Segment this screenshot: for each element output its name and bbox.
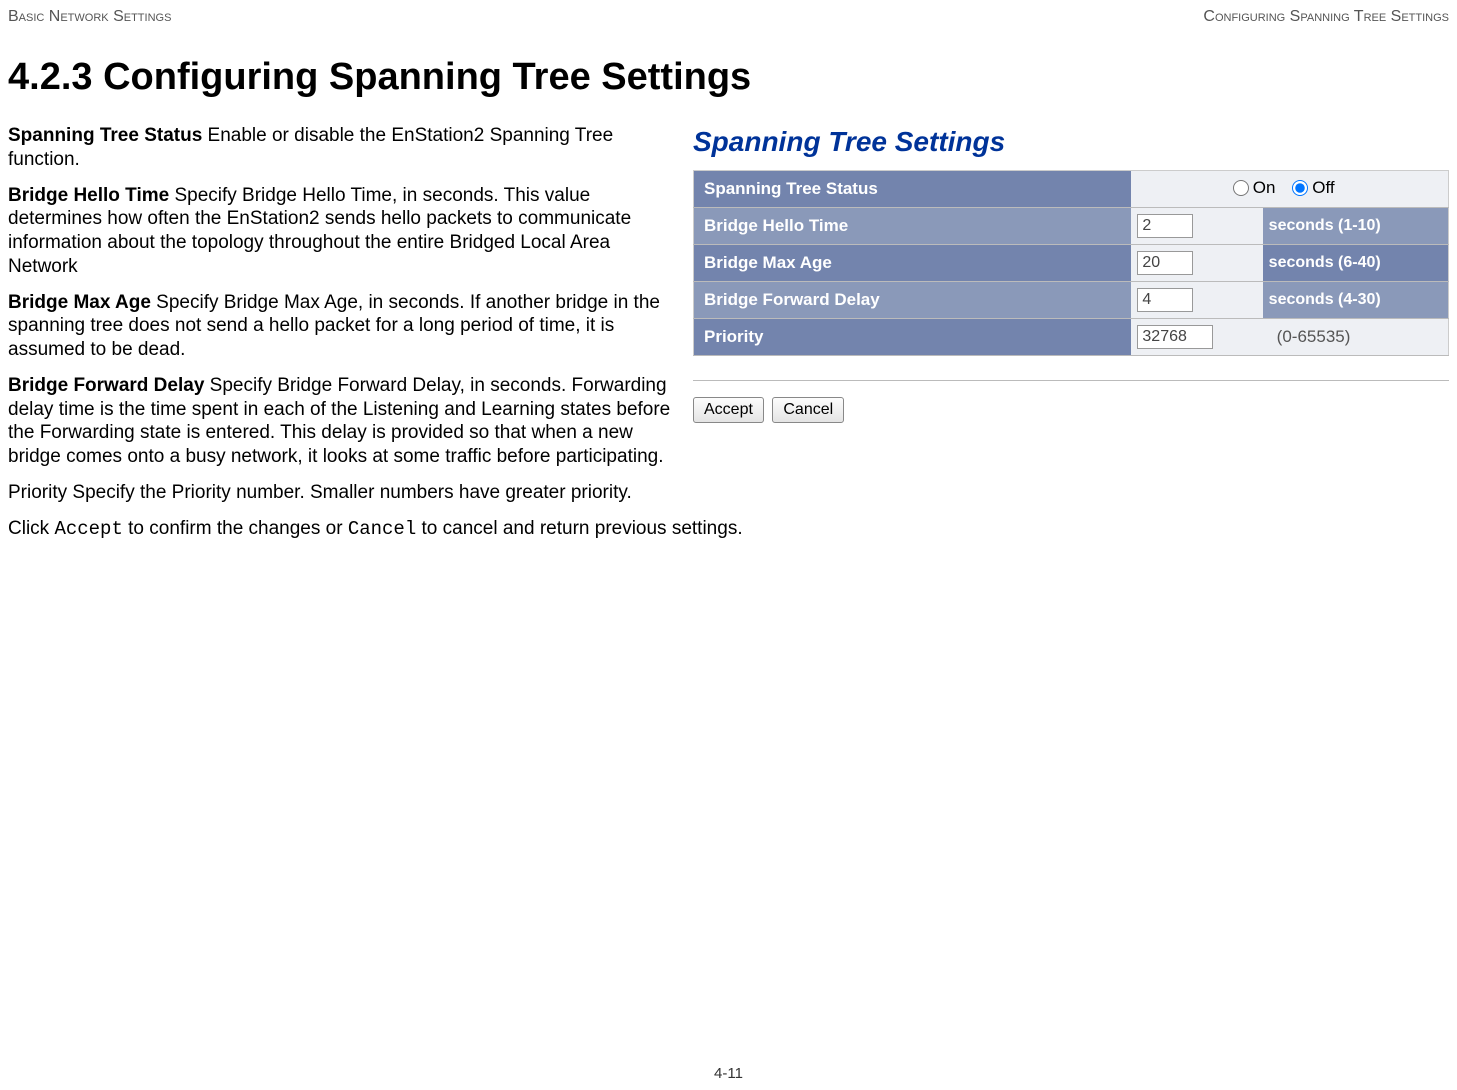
header-right: Configuring Spanning Tree Settings <box>1203 8 1449 26</box>
row-priority: Priority (0-65535) <box>694 319 1449 356</box>
term-bridge-max-age: Bridge Max Age <box>8 292 151 313</box>
term-bridge-forward-delay: Bridge Forward Delay <box>8 375 204 396</box>
page-footer: 4-11 <box>0 1065 1457 1082</box>
para-bridge-hello-time: Bridge Hello Time Specify Bridge Hello T… <box>8 184 673 279</box>
divider <box>693 380 1449 381</box>
input-hello[interactable] <box>1137 214 1193 238</box>
radio-on-label: On <box>1253 178 1276 198</box>
term-spanning-tree-status: Spanning Tree Status <box>8 125 202 146</box>
para-bridge-forward-delay: Bridge Forward Delay Specify Bridge Forw… <box>8 374 673 469</box>
row-maxage: Bridge Max Age seconds (6-40) <box>694 245 1449 282</box>
p6-mid: to confirm the changes or <box>123 518 348 539</box>
p6-accept: Accept <box>54 518 122 540</box>
page-header: Basic Network Settings Configuring Spann… <box>8 8 1449 26</box>
radio-off-label: Off <box>1312 178 1334 198</box>
term-priority: Priority <box>8 482 67 503</box>
settings-table: Spanning Tree Status On Off Bridge Hello… <box>693 170 1449 356</box>
radio-on-wrap[interactable]: On <box>1233 178 1276 198</box>
label-priority: Priority <box>694 319 1132 356</box>
radio-off[interactable] <box>1292 180 1308 196</box>
value-maxage <box>1131 245 1262 282</box>
header-left: Basic Network Settings <box>8 8 171 26</box>
input-priority[interactable] <box>1137 325 1213 349</box>
accept-button[interactable]: Accept <box>693 397 764 423</box>
unit-maxage: seconds (6-40) <box>1263 245 1449 282</box>
panel-title: Spanning Tree Settings <box>693 126 1449 158</box>
para-bridge-max-age: Bridge Max Age Specify Bridge Max Age, i… <box>8 291 673 362</box>
section-heading: 4.2.3 Configuring Spanning Tree Settings <box>8 56 1449 99</box>
value-hello <box>1131 208 1262 245</box>
p6-pre: Click <box>8 518 54 539</box>
value-priority <box>1131 319 1262 356</box>
para-spanning-tree-status: Spanning Tree Status Enable or disable t… <box>8 124 673 172</box>
unit-fwd: seconds (4-30) <box>1263 282 1449 319</box>
row-hello: Bridge Hello Time seconds (1-10) <box>694 208 1449 245</box>
radio-off-wrap[interactable]: Off <box>1292 178 1334 198</box>
radio-on[interactable] <box>1233 180 1249 196</box>
para-click-accept: Click Accept to confirm the changes or C… <box>8 517 1449 542</box>
label-status: Spanning Tree Status <box>694 171 1132 208</box>
row-fwd: Bridge Forward Delay seconds (4-30) <box>694 282 1449 319</box>
unit-hello: seconds (1-10) <box>1263 208 1449 245</box>
description-column: Spanning Tree Status Enable or disable t… <box>8 124 673 481</box>
range-priority: (0-65535) <box>1263 319 1449 356</box>
label-hello: Bridge Hello Time <box>694 208 1132 245</box>
para-priority: Priority Specify the Priority number. Sm… <box>8 481 1449 505</box>
label-maxage: Bridge Max Age <box>694 245 1132 282</box>
label-fwd: Bridge Forward Delay <box>694 282 1132 319</box>
value-status: On Off <box>1131 171 1448 208</box>
settings-panel: Spanning Tree Settings Spanning Tree Sta… <box>693 124 1449 481</box>
p6-cancel: Cancel <box>348 518 416 540</box>
term-bridge-hello-time: Bridge Hello Time <box>8 185 169 206</box>
input-maxage[interactable] <box>1137 251 1193 275</box>
input-fwd[interactable] <box>1137 288 1193 312</box>
row-status: Spanning Tree Status On Off <box>694 171 1449 208</box>
cancel-button[interactable]: Cancel <box>772 397 844 423</box>
value-fwd <box>1131 282 1262 319</box>
p6-post: to cancel and return previous settings. <box>416 518 742 539</box>
body-priority: Specify the Priority number. Smaller num… <box>67 482 632 503</box>
